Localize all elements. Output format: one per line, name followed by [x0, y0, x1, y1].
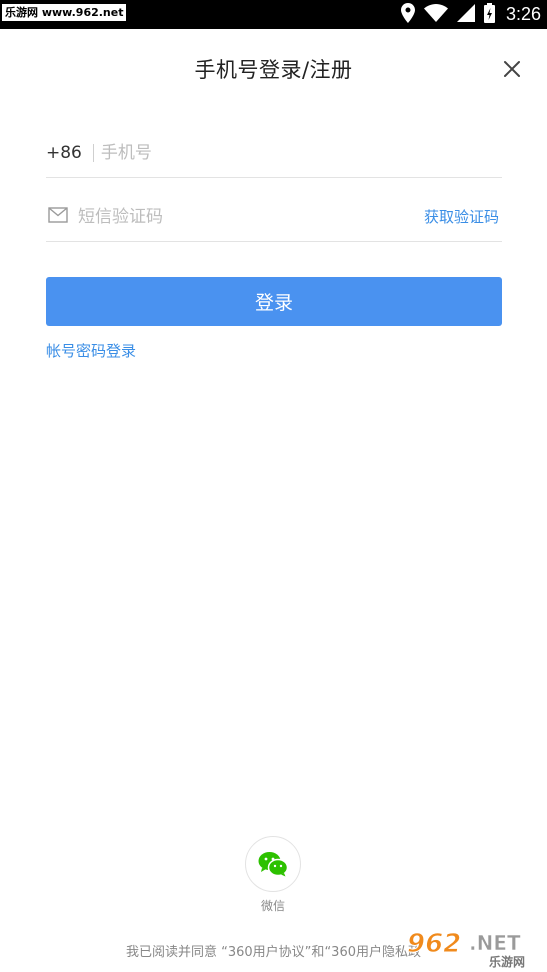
mail-icon	[46, 206, 78, 227]
location-icon	[400, 2, 415, 27]
sms-code-input[interactable]	[78, 206, 424, 227]
watermark-name: 乐游网	[489, 954, 525, 968]
phone-input[interactable]	[100, 142, 320, 163]
get-code-button[interactable]: 获取验证码	[424, 206, 499, 227]
status-icons: 3:26	[400, 0, 541, 29]
agreement-and: 和	[311, 945, 325, 960]
login-button[interactable]: 登录	[46, 277, 502, 326]
phone-row: +86	[46, 128, 502, 178]
site-watermark-logo: 962 .NET 乐游网	[405, 926, 543, 970]
status-bar: 乐游网 www.962.net 3:26	[0, 0, 547, 29]
watermark-tag: 乐游网 www.962.net	[2, 4, 127, 21]
watermark-number: 962	[407, 929, 461, 959]
sms-row: 获取验证码	[46, 192, 502, 242]
agreement-prefix: 我已阅读并同意	[125, 945, 222, 960]
password-login-link[interactable]: 帐号密码登录	[46, 340, 136, 361]
battery-icon	[483, 2, 495, 27]
field-divider	[92, 143, 94, 162]
close-button[interactable]	[501, 58, 523, 80]
close-icon	[504, 61, 520, 77]
wechat-label: 微信	[260, 899, 285, 913]
wechat-icon	[258, 852, 288, 877]
user-agreement-link[interactable]: “360用户协议”	[221, 945, 311, 960]
status-time: 3:26	[505, 4, 541, 24]
watermark-suffix: .NET	[469, 931, 521, 955]
signal-icon	[456, 3, 475, 26]
country-code[interactable]: +86	[46, 143, 82, 163]
wechat-login-button[interactable]	[245, 836, 301, 892]
page-title: 手机号登录/注册	[194, 58, 353, 82]
wifi-icon	[423, 3, 448, 26]
